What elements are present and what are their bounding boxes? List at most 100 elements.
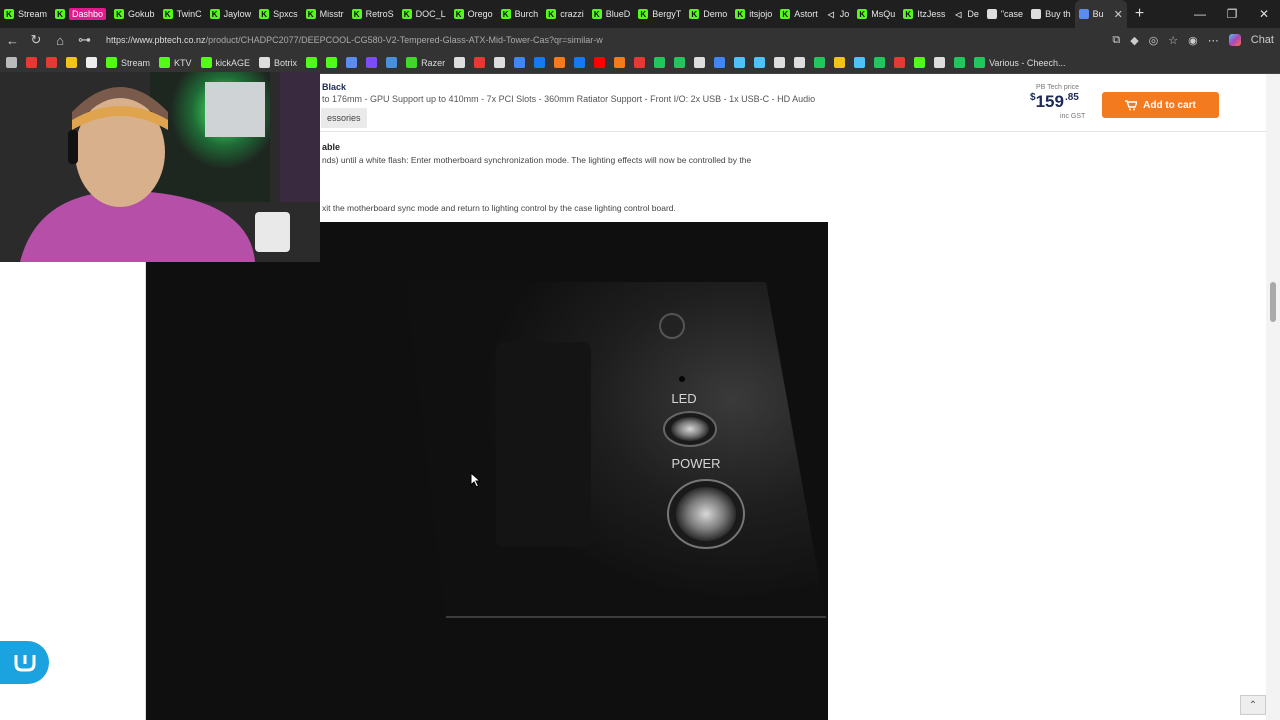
bookmark-item[interactable] (594, 57, 606, 68)
close-window-icon[interactable]: ✕ (1248, 0, 1280, 28)
bookmark-item[interactable] (494, 57, 506, 68)
browser-tab[interactable]: K BergyT (634, 0, 685, 28)
reader-icon[interactable]: ◎ (1149, 34, 1159, 47)
browser-tab[interactable]: Buy th (1027, 0, 1075, 28)
bookmark-item[interactable] (6, 57, 17, 68)
bookmark-label: Razer (421, 57, 446, 68)
browser-tab[interactable]: Kitsjojo (731, 0, 776, 28)
page-scrollbar[interactable] (1266, 74, 1280, 720)
bookmark-item[interactable] (894, 57, 906, 68)
tab-label: Demo (703, 9, 728, 19)
kick-icon: K (259, 9, 270, 19)
bookmark-item[interactable]: Botrix (259, 57, 297, 68)
browser-tab[interactable]: K RetroS (348, 0, 398, 28)
browser-tab[interactable]: K Jaylow (206, 0, 256, 28)
browser-tab[interactable]: K BlueD (588, 0, 635, 28)
site-info-icon[interactable]: ⊶ (78, 32, 91, 48)
bookmark-item[interactable] (634, 57, 646, 68)
description-text: nds) until a white flash: Enter motherbo… (322, 155, 752, 165)
kick-icon: K (591, 9, 602, 19)
home-icon[interactable]: ⌂ (54, 33, 66, 48)
browser-tab[interactable]: K MsQu (853, 0, 899, 28)
reload-icon[interactable]: ↻ (30, 32, 42, 48)
browser-tab[interactable]: K Demo (685, 0, 731, 28)
bookmark-item[interactable] (346, 57, 358, 68)
browser-tab[interactable]: K Stream (0, 0, 51, 28)
browser-tab[interactable]: K Dashbo (51, 0, 110, 28)
extension-icon[interactable]: ◆ (1130, 34, 1138, 47)
bookmark-item[interactable] (534, 57, 546, 68)
bookmark-item[interactable]: kickAGE (200, 57, 250, 68)
copilot-icon[interactable] (1228, 34, 1241, 46)
bookmark-item[interactable]: KTV (159, 57, 192, 68)
bookmark-item[interactable] (514, 57, 526, 68)
bookmark-item[interactable] (874, 57, 886, 68)
bookmark-item[interactable] (66, 57, 77, 68)
browser-tab[interactable]: K Burch (497, 0, 543, 28)
install-app-icon[interactable]: ⧉ (1112, 34, 1120, 47)
bookmark-item[interactable] (386, 57, 398, 68)
bookmark-star-icon[interactable]: ☆ (1168, 34, 1178, 47)
tab-active[interactable]: Bu ✕ (1074, 0, 1127, 28)
bookmark-item[interactable]: Razer (406, 57, 445, 68)
bookmark-item[interactable] (86, 57, 97, 68)
bookmark-item[interactable] (614, 57, 626, 68)
browser-tab[interactable]: K ItzJess (899, 0, 949, 28)
bookmark-item[interactable] (674, 57, 686, 68)
description-heading: able (322, 142, 341, 152)
bookmark-item[interactable] (834, 57, 846, 68)
bookmark-favicon-icon (614, 57, 626, 68)
browser-tab[interactable]: "case (983, 0, 1027, 28)
bookmark-item[interactable] (474, 57, 486, 68)
chat-button[interactable]: Chat (1251, 34, 1274, 46)
close-tab-icon[interactable]: ✕ (1114, 8, 1123, 21)
bookmark-item[interactable] (854, 57, 866, 68)
browser-tab[interactable]: K TwinC (159, 0, 206, 28)
chat-widget-button[interactable] (0, 641, 49, 684)
bookmark-item[interactable] (954, 57, 966, 68)
bookmark-item[interactable] (934, 57, 946, 68)
speaker-icon: ◁ (955, 9, 962, 19)
bookmark-item[interactable] (574, 57, 586, 68)
bookmark-item[interactable] (714, 57, 726, 68)
bookmark-item[interactable] (46, 57, 57, 68)
back-icon[interactable]: ← (6, 33, 19, 48)
bookmark-item[interactable] (366, 57, 378, 68)
bookmark-item[interactable] (774, 57, 786, 68)
profile-avatar-icon[interactable]: ◉ (1188, 34, 1198, 47)
browser-tab[interactable]: K Gokub (110, 0, 159, 28)
bookmark-item[interactable] (814, 57, 826, 68)
bookmark-item[interactable] (754, 57, 766, 68)
bookmark-item[interactable] (554, 57, 566, 68)
bookmark-item[interactable] (454, 57, 466, 68)
new-tab-icon[interactable]: + (1135, 5, 1144, 23)
scrollbar-thumb[interactable] (1270, 282, 1276, 322)
bookmark-item[interactable] (26, 57, 37, 68)
add-to-cart-button[interactable]: Add to cart (1102, 92, 1219, 118)
tab-accessories[interactable]: essories (321, 108, 367, 128)
minimize-icon[interactable]: — (1184, 0, 1216, 28)
bookmark-item[interactable] (326, 57, 338, 68)
menu-icon[interactable]: ⋯ (1208, 34, 1219, 47)
url-field[interactable]: https://www.pbtech.co.nz/product/CHADPC2… (106, 35, 603, 45)
bookmark-item[interactable] (306, 57, 318, 68)
bookmark-item[interactable] (914, 57, 926, 68)
browser-tab[interactable]: ◁ De (949, 0, 983, 28)
add-to-cart-label: Add to cart (1143, 99, 1196, 111)
bookmark-item[interactable]: Various - Cheech... (974, 57, 1065, 68)
bookmark-item[interactable] (734, 57, 746, 68)
browser-tab[interactable]: K DOC_L (398, 0, 450, 28)
kick-icon: K (857, 9, 868, 19)
scroll-to-top-button[interactable]: ⌃ (1240, 695, 1266, 715)
maximize-icon[interactable]: ❐ (1216, 0, 1248, 28)
browser-tab[interactable]: K Orego (450, 0, 497, 28)
bookmark-item[interactable]: Stream (106, 57, 150, 68)
browser-tab[interactable]: K Misstr (302, 0, 348, 28)
bookmark-item[interactable] (654, 57, 666, 68)
bookmark-item[interactable] (794, 57, 806, 68)
bookmark-item[interactable] (694, 57, 706, 68)
browser-tab[interactable]: K Astort (776, 0, 822, 28)
browser-tab[interactable]: ◁ Jo (822, 0, 854, 28)
browser-tab[interactable]: Kcrazzi (542, 0, 588, 28)
browser-tab[interactable]: K Spxcs (255, 0, 302, 28)
